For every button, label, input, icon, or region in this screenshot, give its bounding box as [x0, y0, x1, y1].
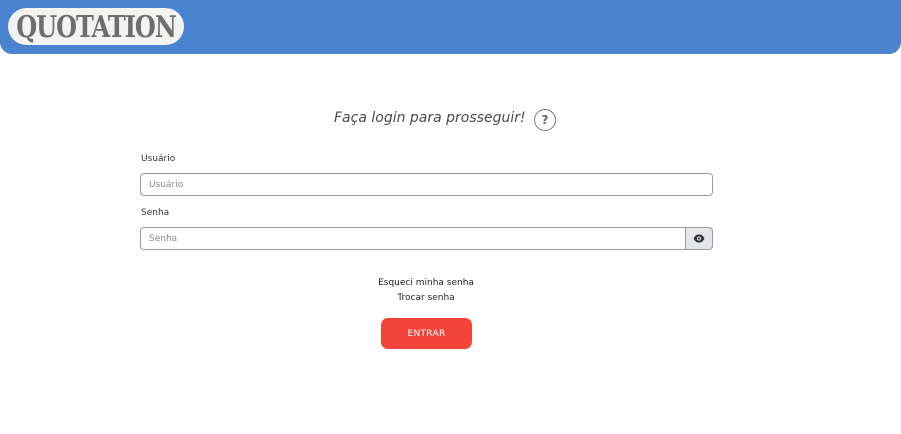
- password-label: Senha: [141, 208, 170, 218]
- toggle-password-visibility-button[interactable]: [685, 227, 713, 250]
- username-label: Usuário: [141, 154, 176, 164]
- question-circle-icon: ?: [541, 113, 549, 127]
- quotation-logo[interactable]: QUOTATION: [8, 8, 184, 45]
- logo-text: QUOTATION: [16, 8, 177, 45]
- login-prompt-text: Faça login para prosseguir!: [334, 110, 526, 126]
- login-submit-button[interactable]: ENTRAR: [381, 318, 472, 349]
- eye-icon: [693, 234, 705, 243]
- password-input[interactable]: [140, 227, 686, 250]
- login-prompt: Faça login para prosseguir! ?: [0, 109, 901, 131]
- app-header: QUOTATION: [0, 0, 901, 54]
- username-input[interactable]: [140, 173, 713, 196]
- forgot-password-link[interactable]: Esqueci minha senha: [0, 278, 852, 288]
- help-button[interactable]: ?: [534, 109, 556, 131]
- change-password-link[interactable]: Trocar senha: [0, 293, 852, 303]
